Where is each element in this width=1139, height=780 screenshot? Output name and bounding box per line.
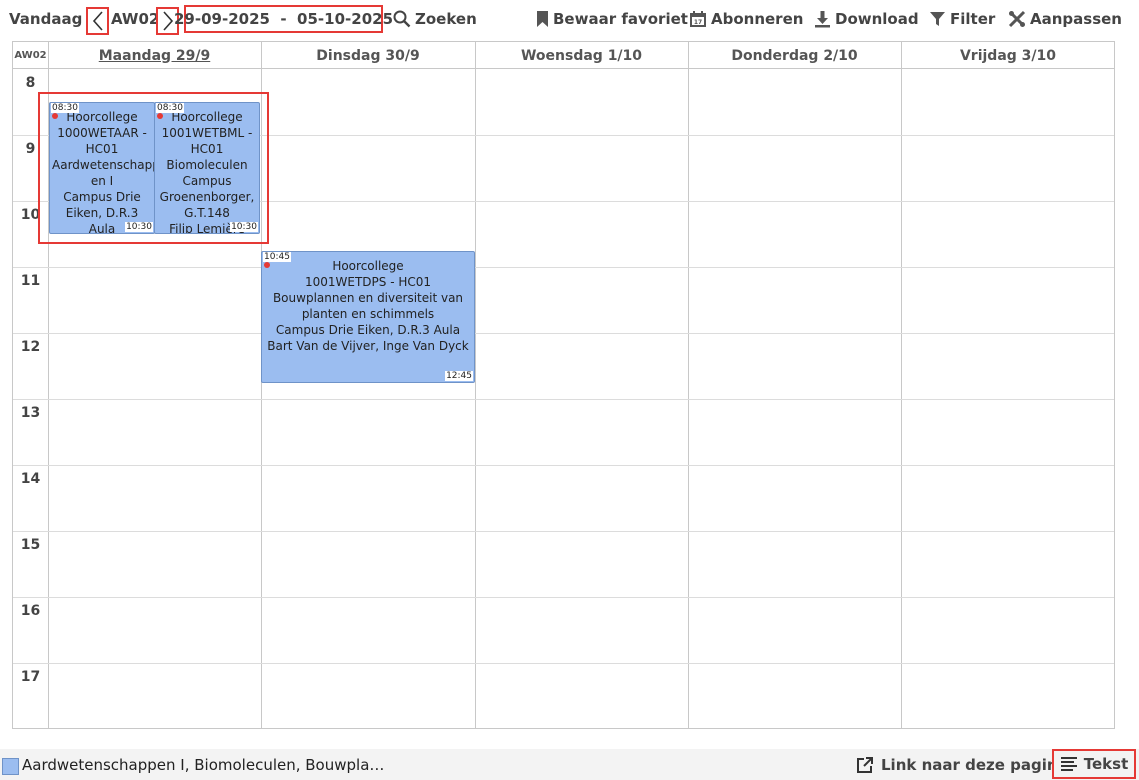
week-number-header: AW02 <box>14 50 47 61</box>
chevron-left-icon <box>92 11 103 31</box>
event-aardwetenschappen[interactable]: 08:30 Hoorcollege 1000WETAAR - HC01 Aard… <box>49 102 155 234</box>
hour-label: 17 <box>20 669 41 685</box>
hour-label: 8 <box>25 75 36 91</box>
calendar-header-row: AW02 Maandag 29/9 Dinsdag 30/9 Woensdag … <box>13 42 1114 69</box>
save-favorite-button[interactable]: Bewaar favoriet <box>536 0 688 38</box>
calendar-icon: 17 <box>689 10 707 28</box>
filter-icon <box>929 10 946 28</box>
save-favorite-label: Bewaar favoriet <box>553 10 688 28</box>
filter-button[interactable]: Filter <box>929 0 995 38</box>
column-divider <box>261 42 262 728</box>
hour-divider <box>13 465 1114 466</box>
hour-divider <box>13 663 1114 664</box>
event-marker-dot <box>52 113 58 119</box>
event-marker-dot <box>157 113 163 119</box>
tools-icon <box>1008 10 1026 28</box>
text-lines-icon <box>1060 757 1077 771</box>
text-view-button[interactable]: Tekst <box>1052 749 1136 779</box>
week-label: AW02 <box>111 0 159 38</box>
search-icon <box>393 10 411 28</box>
column-divider <box>901 42 902 728</box>
text-view-label: Tekst <box>1083 755 1129 773</box>
toolbar: Vandaag AW02 29-09-2025 - 05-10-2025 Zoe… <box>0 0 1139 38</box>
legend-color-swatch <box>2 758 19 775</box>
event-start-time: 08:30 <box>51 103 79 113</box>
event-details: Hoorcollege 1001WETDPS - HC01 Bouwplanne… <box>267 259 469 353</box>
prev-week-button[interactable] <box>86 7 109 35</box>
event-end-time: 10:30 <box>125 222 153 232</box>
download-icon <box>814 10 831 28</box>
day-header-thursday[interactable]: Donderdag 2/10 <box>688 42 901 69</box>
day-header-friday[interactable]: Vrijdag 3/10 <box>901 42 1115 69</box>
hour-divider <box>13 333 1114 334</box>
hour-divider <box>13 531 1114 532</box>
filter-label: Filter <box>950 10 996 28</box>
legend-text[interactable]: Aardwetenschappen I, Biomoleculen, Bouwp… <box>22 749 384 780</box>
chevron-right-icon <box>162 11 173 31</box>
download-button[interactable]: Download <box>814 0 919 38</box>
subscribe-button[interactable]: 17 Abonneren <box>689 0 803 38</box>
week-calendar: AW02 Maandag 29/9 Dinsdag 30/9 Woensdag … <box>12 41 1115 729</box>
event-end-time: 10:30 <box>230 222 258 232</box>
link-to-page-button[interactable]: Link naar deze pagina <box>856 749 1068 780</box>
search-label: Zoeken <box>415 10 477 28</box>
date-range-picker[interactable]: 29-09-2025 - 05-10-2025 <box>174 5 393 33</box>
event-details: Hoorcollege 1000WETAAR - HC01 Aardwetens… <box>52 110 155 234</box>
link-to-page-label: Link naar deze pagina <box>881 755 1068 774</box>
event-end-time: 12:45 <box>445 371 473 381</box>
hour-label: 14 <box>20 471 41 487</box>
today-label: Vandaag <box>9 10 83 28</box>
customize-button[interactable]: Aanpassen <box>1008 0 1122 38</box>
column-divider <box>475 42 476 728</box>
event-start-time: 08:30 <box>156 103 184 113</box>
search-button[interactable]: Zoeken <box>393 0 477 38</box>
hour-label: 16 <box>20 603 41 619</box>
customize-label: Aanpassen <box>1030 10 1122 28</box>
date-range-text: 29-09-2025 - 05-10-2025 <box>174 10 394 28</box>
day-header-wednesday[interactable]: Woensdag 1/10 <box>475 42 688 69</box>
event-marker-dot <box>264 262 270 268</box>
today-button[interactable]: Vandaag <box>9 0 82 38</box>
hour-label: 12 <box>20 339 41 355</box>
event-bouwplannen[interactable]: 10:45 Hoorcollege 1001WETDPS - HC01 Bouw… <box>261 251 475 383</box>
download-label: Download <box>835 10 919 28</box>
hour-label: 9 <box>25 141 36 157</box>
svg-text:17: 17 <box>694 19 702 26</box>
hour-label: 11 <box>20 273 41 289</box>
event-start-time: 10:45 <box>263 252 291 262</box>
day-header-tuesday[interactable]: Dinsdag 30/9 <box>261 42 475 69</box>
bookmark-icon <box>536 10 549 28</box>
column-divider <box>688 42 689 728</box>
hour-divider <box>13 399 1114 400</box>
hour-label: 15 <box>20 537 41 553</box>
day-header-monday[interactable]: Maandag 29/9 <box>48 42 261 69</box>
week-label-text: AW02 <box>111 10 160 28</box>
hour-label: 13 <box>20 405 41 421</box>
footer-bar: Aardwetenschappen I, Biomoleculen, Bouwp… <box>0 749 1139 780</box>
hour-divider <box>13 597 1114 598</box>
event-details: Hoorcollege 1001WETBML - HC01 Biomolecul… <box>159 110 255 234</box>
hour-label: 10 <box>20 207 41 223</box>
hour-divider <box>13 267 1114 268</box>
subscribe-label: Abonneren <box>711 10 804 28</box>
external-link-icon <box>857 756 873 773</box>
event-biomoleculen[interactable]: 08:30 Hoorcollege 1001WETBML - HC01 Biom… <box>154 102 260 234</box>
